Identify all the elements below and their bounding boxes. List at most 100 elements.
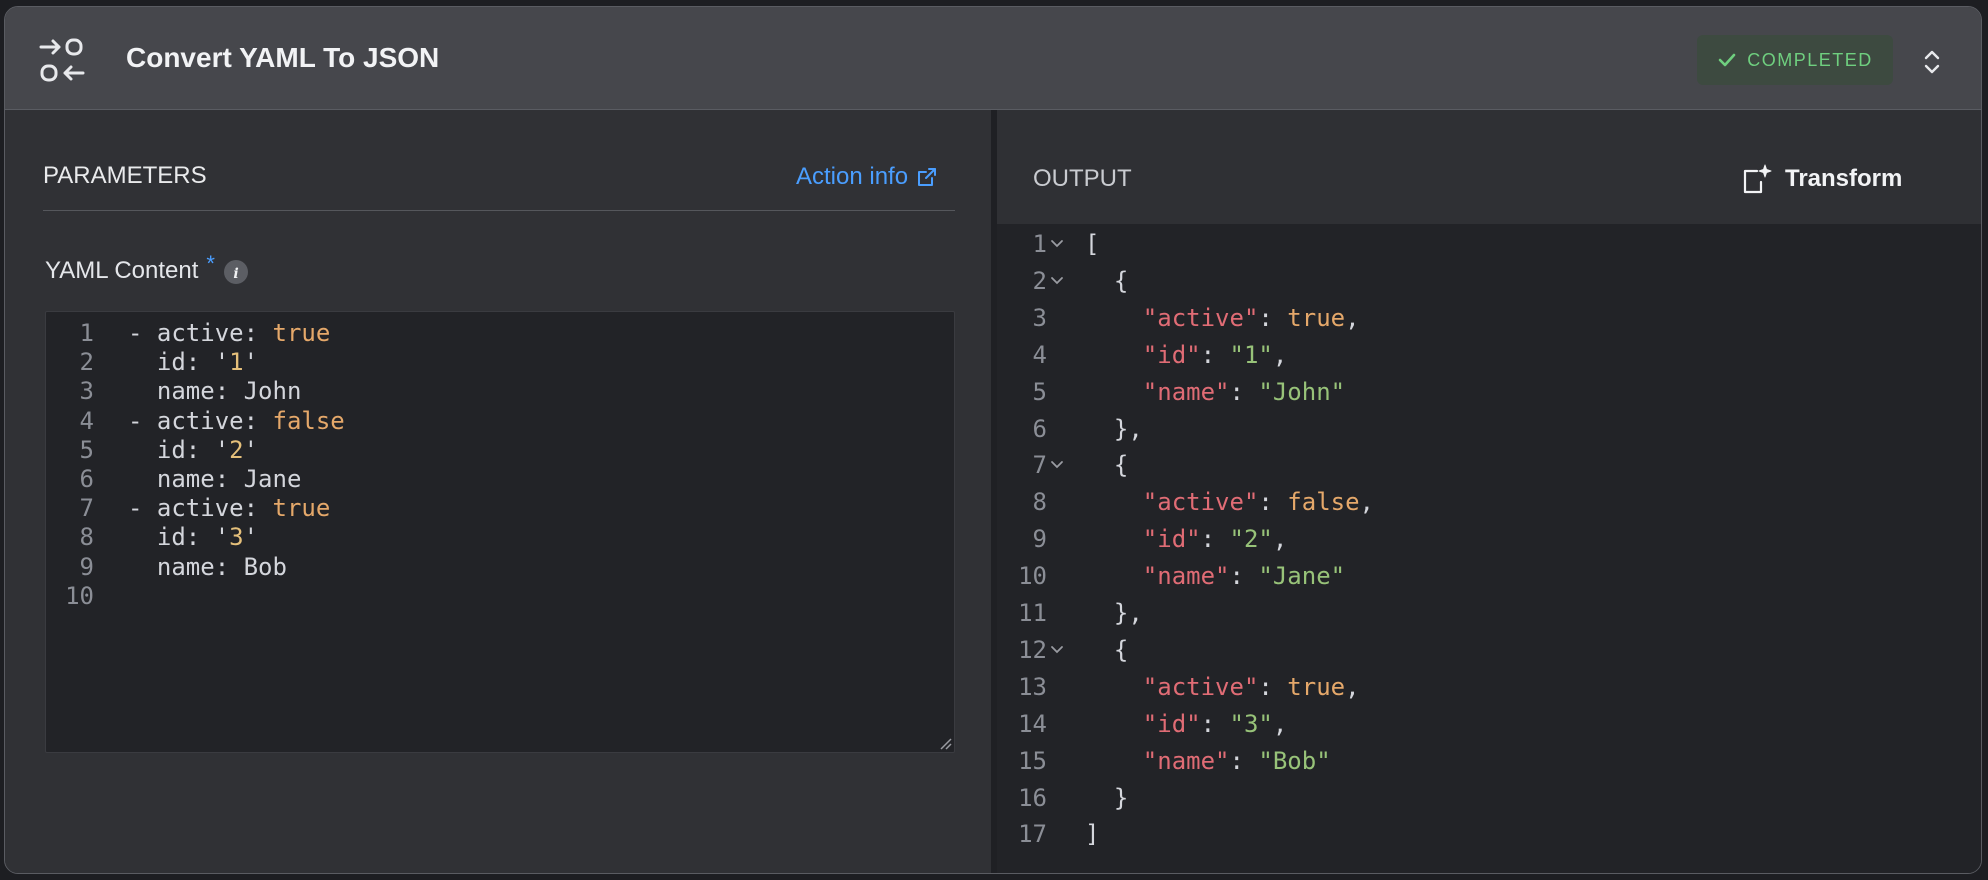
line-text: [ bbox=[1085, 230, 1100, 258]
code-line: 13 "active": true, bbox=[997, 669, 1981, 706]
line-text: }, bbox=[1085, 599, 1143, 627]
page-title: Convert YAML To JSON bbox=[126, 42, 440, 73]
line-number: 13 bbox=[1018, 672, 1047, 701]
external-link-icon bbox=[918, 168, 937, 186]
yaml-value: false bbox=[272, 406, 345, 435]
line-number: 4 bbox=[1032, 340, 1047, 369]
code-line: 9 "id": "2", bbox=[997, 521, 1981, 558]
resize-handle-icon[interactable] bbox=[936, 734, 952, 750]
line-text: "active": true, bbox=[1142, 672, 1360, 701]
json-key: "name" bbox=[1142, 746, 1230, 775]
status-badge: COMPLETED bbox=[1697, 35, 1893, 85]
check-icon bbox=[1718, 53, 1736, 67]
chevron-down-icon[interactable] bbox=[1049, 275, 1065, 287]
chevron-down-icon[interactable] bbox=[1049, 644, 1065, 656]
line-number: 3 bbox=[1032, 303, 1047, 332]
output-header: OUTPUT Transform bbox=[997, 110, 1981, 224]
json-value: "3" bbox=[1229, 709, 1273, 738]
line-text: "active": true, bbox=[1142, 303, 1360, 332]
yaml-value: 1 bbox=[229, 348, 244, 377]
code-line: 12 { bbox=[997, 632, 1981, 669]
line-text: "id": "1", bbox=[1142, 340, 1288, 369]
line-number: 16 bbox=[1018, 783, 1047, 812]
line-number: 7 bbox=[1032, 451, 1047, 480]
code-line: 6 }, bbox=[997, 411, 1981, 448]
json-value: false bbox=[1287, 488, 1360, 517]
info-icon[interactable]: i bbox=[223, 259, 249, 285]
output-title: OUTPUT bbox=[1033, 165, 1132, 192]
parameters-title: PARAMETERS bbox=[43, 162, 207, 189]
line-text: "id": "2", bbox=[1142, 525, 1288, 554]
code-line: 14 "id": "3", bbox=[997, 706, 1981, 743]
yaml-value: true bbox=[272, 494, 331, 523]
line-text: "name": "John" bbox=[1142, 377, 1346, 406]
yaml-editor[interactable]: 1- active: true 2 id: '1' 3 name: John 4- a… bbox=[45, 311, 955, 753]
action-info-label[interactable]: Action info bbox=[796, 163, 908, 191]
line-number: 1 bbox=[1032, 230, 1047, 258]
line-number: 14 bbox=[1018, 709, 1047, 738]
json-value: "Bob" bbox=[1258, 746, 1331, 775]
json-key: "active" bbox=[1142, 303, 1259, 332]
code-line: 11 }, bbox=[997, 595, 1981, 632]
line-number: 5 bbox=[1032, 377, 1047, 406]
line-text: ] bbox=[1085, 820, 1100, 849]
json-key: "id" bbox=[1142, 525, 1201, 554]
yaml-value: 2 bbox=[229, 435, 244, 464]
field-label-text: YAML Content bbox=[45, 257, 199, 284]
line-number: 12 bbox=[1018, 635, 1047, 664]
json-key: "active" bbox=[1142, 672, 1259, 701]
chevron-down-icon[interactable] bbox=[1049, 459, 1065, 471]
card-header[interactable]: Convert YAML To JSON COMPLETED bbox=[5, 7, 1981, 110]
code-line: 4 "id": "1", bbox=[997, 337, 1981, 374]
expand-collapse-icon[interactable] bbox=[1921, 47, 1943, 77]
transform-icon bbox=[1743, 164, 1772, 194]
action-card: Convert YAML To JSON COMPLETED PARAMETER… bbox=[4, 6, 1982, 874]
line-number: 17 bbox=[1018, 820, 1047, 849]
line-text: }, bbox=[1085, 414, 1143, 443]
yaml-value: true bbox=[272, 319, 331, 347]
line-text: { bbox=[1085, 266, 1129, 295]
json-output[interactable]: 1[2 {3 "active": true, 4 "id": "1", 5 "nam… bbox=[997, 224, 1981, 873]
json-key: "name" bbox=[1142, 377, 1230, 406]
line-number: 15 bbox=[1018, 746, 1047, 775]
parameters-panel: PARAMETERS Action info YAML Content * i … bbox=[5, 110, 991, 873]
json-value: "John" bbox=[1258, 377, 1346, 406]
code-line: 17] bbox=[997, 816, 1981, 853]
line-text: { bbox=[1085, 635, 1129, 664]
line-number: 2 bbox=[1032, 266, 1047, 295]
line-number: 10 bbox=[1018, 562, 1047, 591]
code-line: 8 "active": false, bbox=[997, 484, 1981, 521]
divider bbox=[43, 210, 955, 211]
output-panel: OUTPUT Transform 1[2 {3 "active": true, 4… bbox=[997, 110, 1981, 873]
line-number: 6 bbox=[1032, 414, 1047, 443]
code-line: 1[ bbox=[997, 226, 1981, 263]
line-text: "name": "Jane" bbox=[1142, 562, 1346, 591]
yaml-content-label: YAML Content * i bbox=[45, 251, 249, 285]
line-text: } bbox=[1085, 783, 1129, 812]
code-line: 10 bbox=[46, 578, 954, 615]
status-text: COMPLETED bbox=[1747, 49, 1873, 70]
code-line: 16 } bbox=[997, 780, 1981, 817]
required-marker: * bbox=[206, 251, 215, 276]
transform-button[interactable]: Transform bbox=[1739, 162, 1902, 196]
line-number: 8 bbox=[1032, 488, 1047, 517]
json-value: "Jane" bbox=[1258, 562, 1346, 591]
line-number: 10 bbox=[65, 581, 94, 610]
json-key: "id" bbox=[1142, 340, 1201, 369]
chevron-down-icon[interactable] bbox=[1049, 238, 1065, 250]
line-number: 11 bbox=[1018, 599, 1047, 627]
yaml-value: 3 bbox=[229, 523, 244, 552]
json-value: "1" bbox=[1229, 340, 1273, 369]
svg-text:i: i bbox=[233, 266, 238, 282]
code-line: 3 "active": true, bbox=[997, 300, 1981, 337]
code-line: 10 "name": "Jane" bbox=[997, 558, 1981, 595]
json-value: true bbox=[1287, 303, 1346, 332]
json-key: "active" bbox=[1142, 488, 1259, 517]
line-text: "name": "Bob" bbox=[1142, 746, 1331, 775]
code-line: 5 "name": "John" bbox=[997, 374, 1981, 411]
action-info-link[interactable]: Action info bbox=[796, 163, 938, 191]
line-number: 9 bbox=[1032, 525, 1047, 554]
transform-label: Transform bbox=[1785, 165, 1903, 192]
json-key: "name" bbox=[1142, 562, 1230, 591]
json-key: "id" bbox=[1142, 709, 1201, 738]
